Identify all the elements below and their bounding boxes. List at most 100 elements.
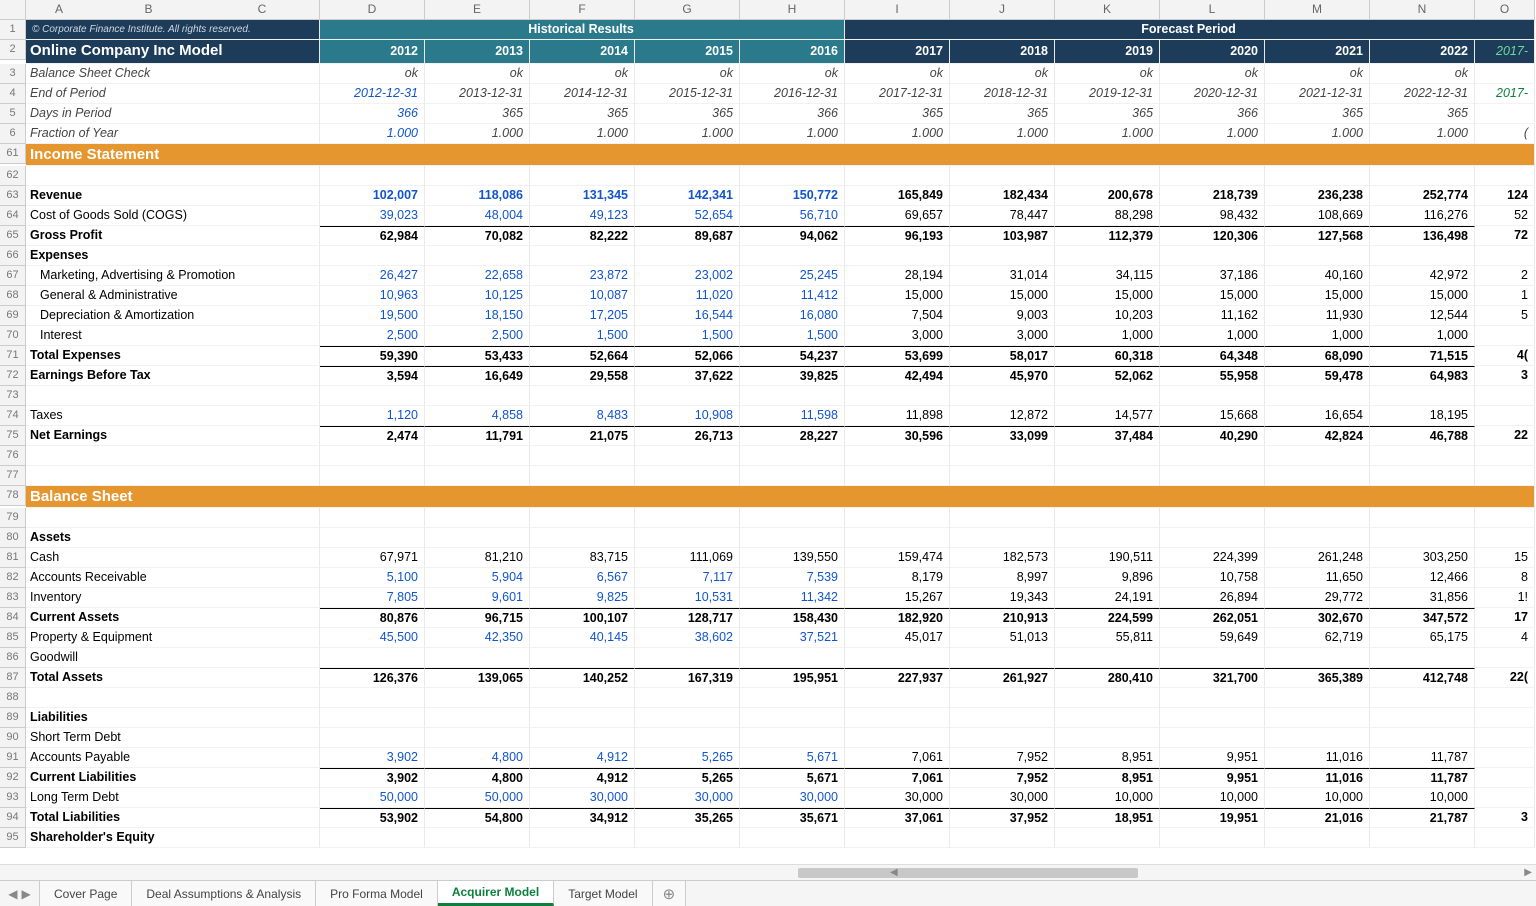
blank-79-6[interactable] xyxy=(950,508,1055,528)
cell-ca-7[interactable]: 224,599 xyxy=(1055,608,1160,628)
cell-intr-1[interactable]: 2,500 xyxy=(425,326,530,346)
blank-73-7[interactable] xyxy=(1055,386,1160,406)
cell-std-6[interactable] xyxy=(950,728,1055,748)
row-header-70[interactable]: 70 xyxy=(0,326,26,346)
year-2013[interactable]: 2013 xyxy=(425,40,530,64)
blank-79-7[interactable] xyxy=(1055,508,1160,528)
pad-66-3[interactable] xyxy=(635,246,740,266)
cell-ltd-0[interactable]: 50,000 xyxy=(320,788,425,808)
col-header-H[interactable]: H xyxy=(740,0,845,20)
blank-62-5[interactable] xyxy=(845,166,950,186)
cell-eop-3[interactable]: 2015-12-31 xyxy=(635,84,740,104)
cell-pe-o[interactable]: 4 xyxy=(1475,628,1535,648)
cell-gp-10[interactable]: 136,498 xyxy=(1370,226,1475,246)
cell-ltd-6[interactable]: 30,000 xyxy=(950,788,1055,808)
cell-cogs-4[interactable]: 56,710 xyxy=(740,206,845,226)
cell-gp-4[interactable]: 94,062 xyxy=(740,226,845,246)
cell-texp-5[interactable]: 53,699 xyxy=(845,346,950,366)
row-header-82[interactable]: 82 xyxy=(0,568,26,588)
row-header-74[interactable]: 74 xyxy=(0,406,26,426)
cell-net-8[interactable]: 40,290 xyxy=(1160,426,1265,446)
blank-73-10[interactable] xyxy=(1370,386,1475,406)
row-header-85[interactable]: 85 xyxy=(0,628,26,648)
cell-ebt-7[interactable]: 52,062 xyxy=(1055,366,1160,386)
cell-cogs-7[interactable]: 88,298 xyxy=(1055,206,1160,226)
pad-66-6[interactable] xyxy=(950,246,1055,266)
cell-gp-o[interactable]: 72 xyxy=(1475,226,1535,246)
cell-ca-9[interactable]: 302,670 xyxy=(1265,608,1370,628)
row-header-80[interactable]: 80 xyxy=(0,528,26,548)
scrollbar-thumb[interactable] xyxy=(798,868,1138,878)
cell-ga-9[interactable]: 15,000 xyxy=(1265,286,1370,306)
cell-days-3[interactable]: 365 xyxy=(635,104,740,124)
cell-gw-5[interactable] xyxy=(845,648,950,668)
cell-eop-1[interactable]: 2013-12-31 xyxy=(425,84,530,104)
cell-cash-7[interactable]: 190,511 xyxy=(1055,548,1160,568)
sheet-tab-2[interactable]: Pro Forma Model xyxy=(316,881,438,906)
cell-ap-0[interactable]: 3,902 xyxy=(320,748,425,768)
blank-62-7[interactable] xyxy=(1055,166,1160,186)
cell-cl-4[interactable]: 5,671 xyxy=(740,768,845,788)
pad-66-0[interactable] xyxy=(320,246,425,266)
cell-frac-8[interactable]: 1.000 xyxy=(1160,124,1265,144)
row-header-3[interactable]: 3 xyxy=(0,64,26,84)
pad-80-1[interactable] xyxy=(425,528,530,548)
cell-cash-1[interactable]: 81,210 xyxy=(425,548,530,568)
cell-inv-2[interactable]: 9,825 xyxy=(530,588,635,608)
blank-62-4[interactable] xyxy=(740,166,845,186)
cell-ar-6[interactable]: 8,997 xyxy=(950,568,1055,588)
row-header-61[interactable]: 61 xyxy=(0,144,26,164)
row-header-6[interactable]: 6 xyxy=(0,124,26,144)
blank-76-5[interactable] xyxy=(845,446,950,466)
pad-89-9[interactable] xyxy=(1265,708,1370,728)
cell-tl-0[interactable]: 53,902 xyxy=(320,808,425,828)
cell-rev-10[interactable]: 252,774 xyxy=(1370,186,1475,206)
cell-bsc-3[interactable]: ok xyxy=(635,64,740,84)
cell-map-o[interactable]: 2 xyxy=(1475,266,1535,286)
cell-cash-4[interactable]: 139,550 xyxy=(740,548,845,568)
pad-95-5[interactable] xyxy=(845,828,950,848)
cell-gw-7[interactable] xyxy=(1055,648,1160,668)
cell-tax-8[interactable]: 15,668 xyxy=(1160,406,1265,426)
pad-89-6[interactable] xyxy=(950,708,1055,728)
blank-73-4[interactable] xyxy=(740,386,845,406)
cell-ca-8[interactable]: 262,051 xyxy=(1160,608,1265,628)
col-header-F[interactable]: F xyxy=(530,0,635,20)
cell-ap-3[interactable]: 5,265 xyxy=(635,748,740,768)
cell-ap-8[interactable]: 9,951 xyxy=(1160,748,1265,768)
col-header-J[interactable]: J xyxy=(950,0,1055,20)
cell-net-7[interactable]: 37,484 xyxy=(1055,426,1160,446)
blank-62-0[interactable] xyxy=(320,166,425,186)
cell-tax-0[interactable]: 1,120 xyxy=(320,406,425,426)
cell-intr-o[interactable] xyxy=(1475,326,1535,346)
row-header-72[interactable]: 72 xyxy=(0,366,26,386)
cell-ca-0[interactable]: 80,876 xyxy=(320,608,425,628)
cell-net-1[interactable]: 11,791 xyxy=(425,426,530,446)
cell-ca-4[interactable]: 158,430 xyxy=(740,608,845,628)
cell-frac-0[interactable]: 1.000 xyxy=(320,124,425,144)
pad-95-8[interactable] xyxy=(1160,828,1265,848)
cell-tax-7[interactable]: 14,577 xyxy=(1055,406,1160,426)
pad-95-6[interactable] xyxy=(950,828,1055,848)
cell-cl-9[interactable]: 11,016 xyxy=(1265,768,1370,788)
cell-rev-5[interactable]: 165,849 xyxy=(845,186,950,206)
cell-cash-2[interactable]: 83,715 xyxy=(530,548,635,568)
cell-gw-1[interactable] xyxy=(425,648,530,668)
cell-ap-o[interactable] xyxy=(1475,748,1535,768)
cell-gp-1[interactable]: 70,082 xyxy=(425,226,530,246)
cell-da-4[interactable]: 16,080 xyxy=(740,306,845,326)
blank-79-9[interactable] xyxy=(1265,508,1370,528)
cell-ta-2[interactable]: 140,252 xyxy=(530,668,635,688)
cell-cogs-o[interactable]: 52 xyxy=(1475,206,1535,226)
cell-ta-10[interactable]: 412,748 xyxy=(1370,668,1475,688)
cell-tax-5[interactable]: 11,898 xyxy=(845,406,950,426)
cell-inv-4[interactable]: 11,342 xyxy=(740,588,845,608)
cell-ca-o[interactable]: 17 xyxy=(1475,608,1535,628)
row-header-95[interactable]: 95 xyxy=(0,828,26,848)
blank-62-6[interactable] xyxy=(950,166,1055,186)
cell-da-o[interactable]: 5 xyxy=(1475,306,1535,326)
blank-62-9[interactable] xyxy=(1265,166,1370,186)
cell-cash-3[interactable]: 111,069 xyxy=(635,548,740,568)
cell-ca-6[interactable]: 210,913 xyxy=(950,608,1055,628)
cell-da-6[interactable]: 9,003 xyxy=(950,306,1055,326)
